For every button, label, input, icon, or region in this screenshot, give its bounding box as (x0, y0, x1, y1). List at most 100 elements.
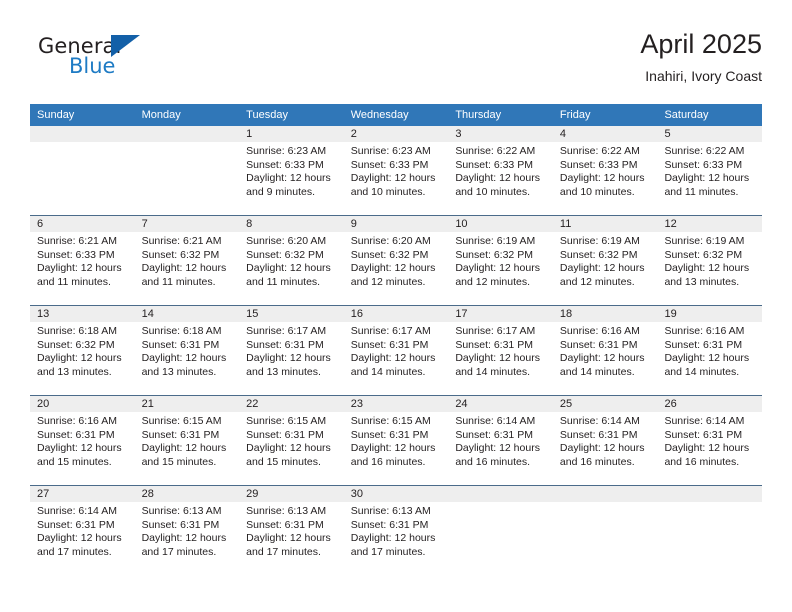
day-cell-29[interactable]: Sunrise: 6:13 AM Sunset: 6:31 PM Daylight:… (239, 502, 344, 575)
day-number-8[interactable]: 8 (239, 216, 344, 232)
week-date-number-bar: 27 28 29 30 (30, 486, 762, 502)
day-cell-20[interactable]: Sunrise: 6:16 AM Sunset: 6:31 PM Daylight:… (30, 412, 135, 485)
brand-logo[interactable]: General Blue (38, 34, 218, 90)
day-detail-line: and 12 minutes. (455, 275, 531, 288)
day-cell-12[interactable]: Sunrise: 6:19 AM Sunset: 6:32 PM Daylight:… (657, 232, 762, 305)
day-number-28[interactable]: 28 (135, 486, 240, 502)
day-cell-empty (657, 502, 762, 575)
day-detail-line: Sunset: 6:31 PM (141, 518, 220, 531)
day-detail-line: Sunset: 6:33 PM (455, 158, 533, 171)
day-number-19[interactable]: 19 (657, 306, 762, 322)
day-number-3[interactable]: 3 (448, 126, 553, 142)
day-number-30[interactable]: 30 (344, 486, 449, 502)
day-cell-1[interactable]: Sunrise: 6:23 AM Sunset: 6:33 PM Daylight:… (239, 142, 344, 215)
day-cell-21[interactable]: Sunrise: 6:15 AM Sunset: 6:31 PM Daylight:… (135, 412, 240, 485)
day-cell-30[interactable]: Sunrise: 6:13 AM Sunset: 6:31 PM Daylight:… (344, 502, 449, 575)
week-detail-row: Sunrise: 6:21 AM Sunset: 6:33 PM Daylight:… (30, 232, 762, 305)
day-cell-16[interactable]: Sunrise: 6:17 AM Sunset: 6:31 PM Daylight:… (344, 322, 449, 395)
day-cell-2[interactable]: Sunrise: 6:23 AM Sunset: 6:33 PM Daylight:… (344, 142, 449, 215)
day-detail-line: Sunset: 6:32 PM (664, 248, 743, 261)
day-detail-line: and 13 minutes. (664, 275, 740, 288)
day-cell-7[interactable]: Sunrise: 6:21 AM Sunset: 6:32 PM Daylight:… (135, 232, 240, 305)
day-number-20[interactable]: 20 (30, 396, 135, 412)
day-detail-line: and 13 minutes. (37, 365, 112, 378)
day-cell-25[interactable]: Sunrise: 6:14 AM Sunset: 6:31 PM Daylight:… (553, 412, 658, 485)
day-number-7[interactable]: 7 (135, 216, 240, 232)
day-cell-22[interactable]: Sunrise: 6:15 AM Sunset: 6:31 PM Daylight:… (239, 412, 344, 485)
day-number-empty (657, 486, 762, 502)
day-cell-23[interactable]: Sunrise: 6:15 AM Sunset: 6:31 PM Daylight:… (344, 412, 449, 485)
day-number-17[interactable]: 17 (448, 306, 553, 322)
day-cell-19[interactable]: Sunrise: 6:16 AM Sunset: 6:31 PM Daylight:… (657, 322, 762, 395)
day-detail-line: Sunset: 6:33 PM (246, 158, 324, 171)
day-cell-10[interactable]: Sunrise: 6:19 AM Sunset: 6:32 PM Daylight:… (448, 232, 553, 305)
day-number-5[interactable]: 5 (657, 126, 762, 142)
day-number-25[interactable]: 25 (553, 396, 658, 412)
day-cell-6[interactable]: Sunrise: 6:21 AM Sunset: 6:33 PM Daylight:… (30, 232, 135, 305)
day-detail-line: Sunset: 6:31 PM (350, 428, 429, 441)
day-detail-line: Sunrise: 6:13 AM (141, 505, 222, 517)
day-number-12[interactable]: 12 (657, 216, 762, 232)
day-detail-line: Sunrise: 6:20 AM (246, 235, 327, 247)
day-detail-line: Sunrise: 6:17 AM (455, 325, 536, 337)
day-detail-line: Sunrise: 6:13 AM (350, 505, 431, 517)
day-detail-line: and 13 minutes. (246, 365, 321, 378)
day-detail-line: Sunset: 6:33 PM (664, 158, 743, 171)
day-detail-line: Daylight: 12 hours (37, 532, 122, 545)
day-cell-17[interactable]: Sunrise: 6:17 AM Sunset: 6:31 PM Daylight:… (448, 322, 553, 395)
day-detail-line: and 17 minutes. (246, 545, 321, 558)
calendar-weeks: 1 2 3 4 5 Sunrise: 6:23 AM Sunset: 6:33 PM Dayl… (30, 126, 762, 575)
day-detail-line: Sunrise: 6:15 AM (246, 415, 327, 427)
day-number-empty (30, 126, 135, 142)
day-number-11[interactable]: 11 (553, 216, 658, 232)
day-cell-8[interactable]: Sunrise: 6:20 AM Sunset: 6:32 PM Daylight:… (239, 232, 344, 305)
day-detail-line: Sunset: 6:31 PM (559, 338, 638, 351)
day-cell-empty (448, 502, 553, 575)
day-cell-14[interactable]: Sunrise: 6:18 AM Sunset: 6:31 PM Daylight:… (135, 322, 240, 395)
day-cell-3[interactable]: Sunrise: 6:22 AM Sunset: 6:33 PM Daylight:… (448, 142, 553, 215)
day-number-6[interactable]: 6 (30, 216, 135, 232)
day-number-18[interactable]: 18 (553, 306, 658, 322)
day-detail-line: Sunrise: 6:16 AM (37, 415, 117, 427)
day-number-9[interactable]: 9 (344, 216, 449, 232)
day-cell-18[interactable]: Sunrise: 6:16 AM Sunset: 6:31 PM Daylight:… (553, 322, 658, 395)
day-number-2[interactable]: 2 (344, 126, 449, 142)
day-cell-24[interactable]: Sunrise: 6:14 AM Sunset: 6:31 PM Daylight:… (448, 412, 553, 485)
day-cell-4[interactable]: Sunrise: 6:22 AM Sunset: 6:33 PM Daylight:… (553, 142, 658, 215)
day-number-14[interactable]: 14 (135, 306, 240, 322)
day-cell-5[interactable]: Sunrise: 6:22 AM Sunset: 6:33 PM Daylight:… (657, 142, 762, 215)
day-cell-15[interactable]: Sunrise: 6:17 AM Sunset: 6:31 PM Daylight:… (239, 322, 344, 395)
day-detail-line: Daylight: 12 hours (559, 352, 645, 365)
day-number-13[interactable]: 13 (30, 306, 135, 322)
day-number-1[interactable]: 1 (239, 126, 344, 142)
day-detail-line: Sunset: 6:31 PM (37, 428, 115, 441)
day-detail-line: Sunset: 6:31 PM (37, 518, 115, 531)
day-detail-line: Sunset: 6:31 PM (141, 428, 220, 441)
day-number-23[interactable]: 23 (344, 396, 449, 412)
weekday-header-thursday: Thursday (455, 109, 502, 121)
day-number-21[interactable]: 21 (135, 396, 240, 412)
day-cell-13[interactable]: Sunrise: 6:18 AM Sunset: 6:32 PM Daylight:… (30, 322, 135, 395)
day-number-15[interactable]: 15 (239, 306, 344, 322)
day-cell-26[interactable]: Sunrise: 6:14 AM Sunset: 6:31 PM Daylight:… (657, 412, 762, 485)
calendar-week-row: 1 2 3 4 5 Sunrise: 6:23 AM Sunset: 6:33 PM Dayl… (30, 126, 762, 215)
day-detail-line: Sunset: 6:31 PM (246, 338, 324, 351)
day-number-22[interactable]: 22 (239, 396, 344, 412)
day-detail-line: Sunset: 6:33 PM (559, 158, 638, 171)
day-cell-9[interactable]: Sunrise: 6:20 AM Sunset: 6:32 PM Daylight:… (344, 232, 449, 305)
day-number-29[interactable]: 29 (239, 486, 344, 502)
day-detail-line: Daylight: 12 hours (350, 352, 436, 365)
day-detail-line: Daylight: 12 hours (350, 172, 436, 185)
day-number-24[interactable]: 24 (448, 396, 553, 412)
day-number-10[interactable]: 10 (448, 216, 553, 232)
day-cell-11[interactable]: Sunrise: 6:19 AM Sunset: 6:32 PM Daylight:… (553, 232, 658, 305)
day-number-4[interactable]: 4 (553, 126, 658, 142)
day-number-27[interactable]: 27 (30, 486, 135, 502)
day-cell-empty (553, 502, 658, 575)
day-number-16[interactable]: 16 (344, 306, 449, 322)
day-number-empty (448, 486, 553, 502)
day-number-26[interactable]: 26 (657, 396, 762, 412)
day-cell-28[interactable]: Sunrise: 6:13 AM Sunset: 6:31 PM Daylight:… (135, 502, 240, 575)
day-detail-line: Sunrise: 6:17 AM (246, 325, 327, 337)
day-cell-27[interactable]: Sunrise: 6:14 AM Sunset: 6:31 PM Daylight:… (30, 502, 135, 575)
